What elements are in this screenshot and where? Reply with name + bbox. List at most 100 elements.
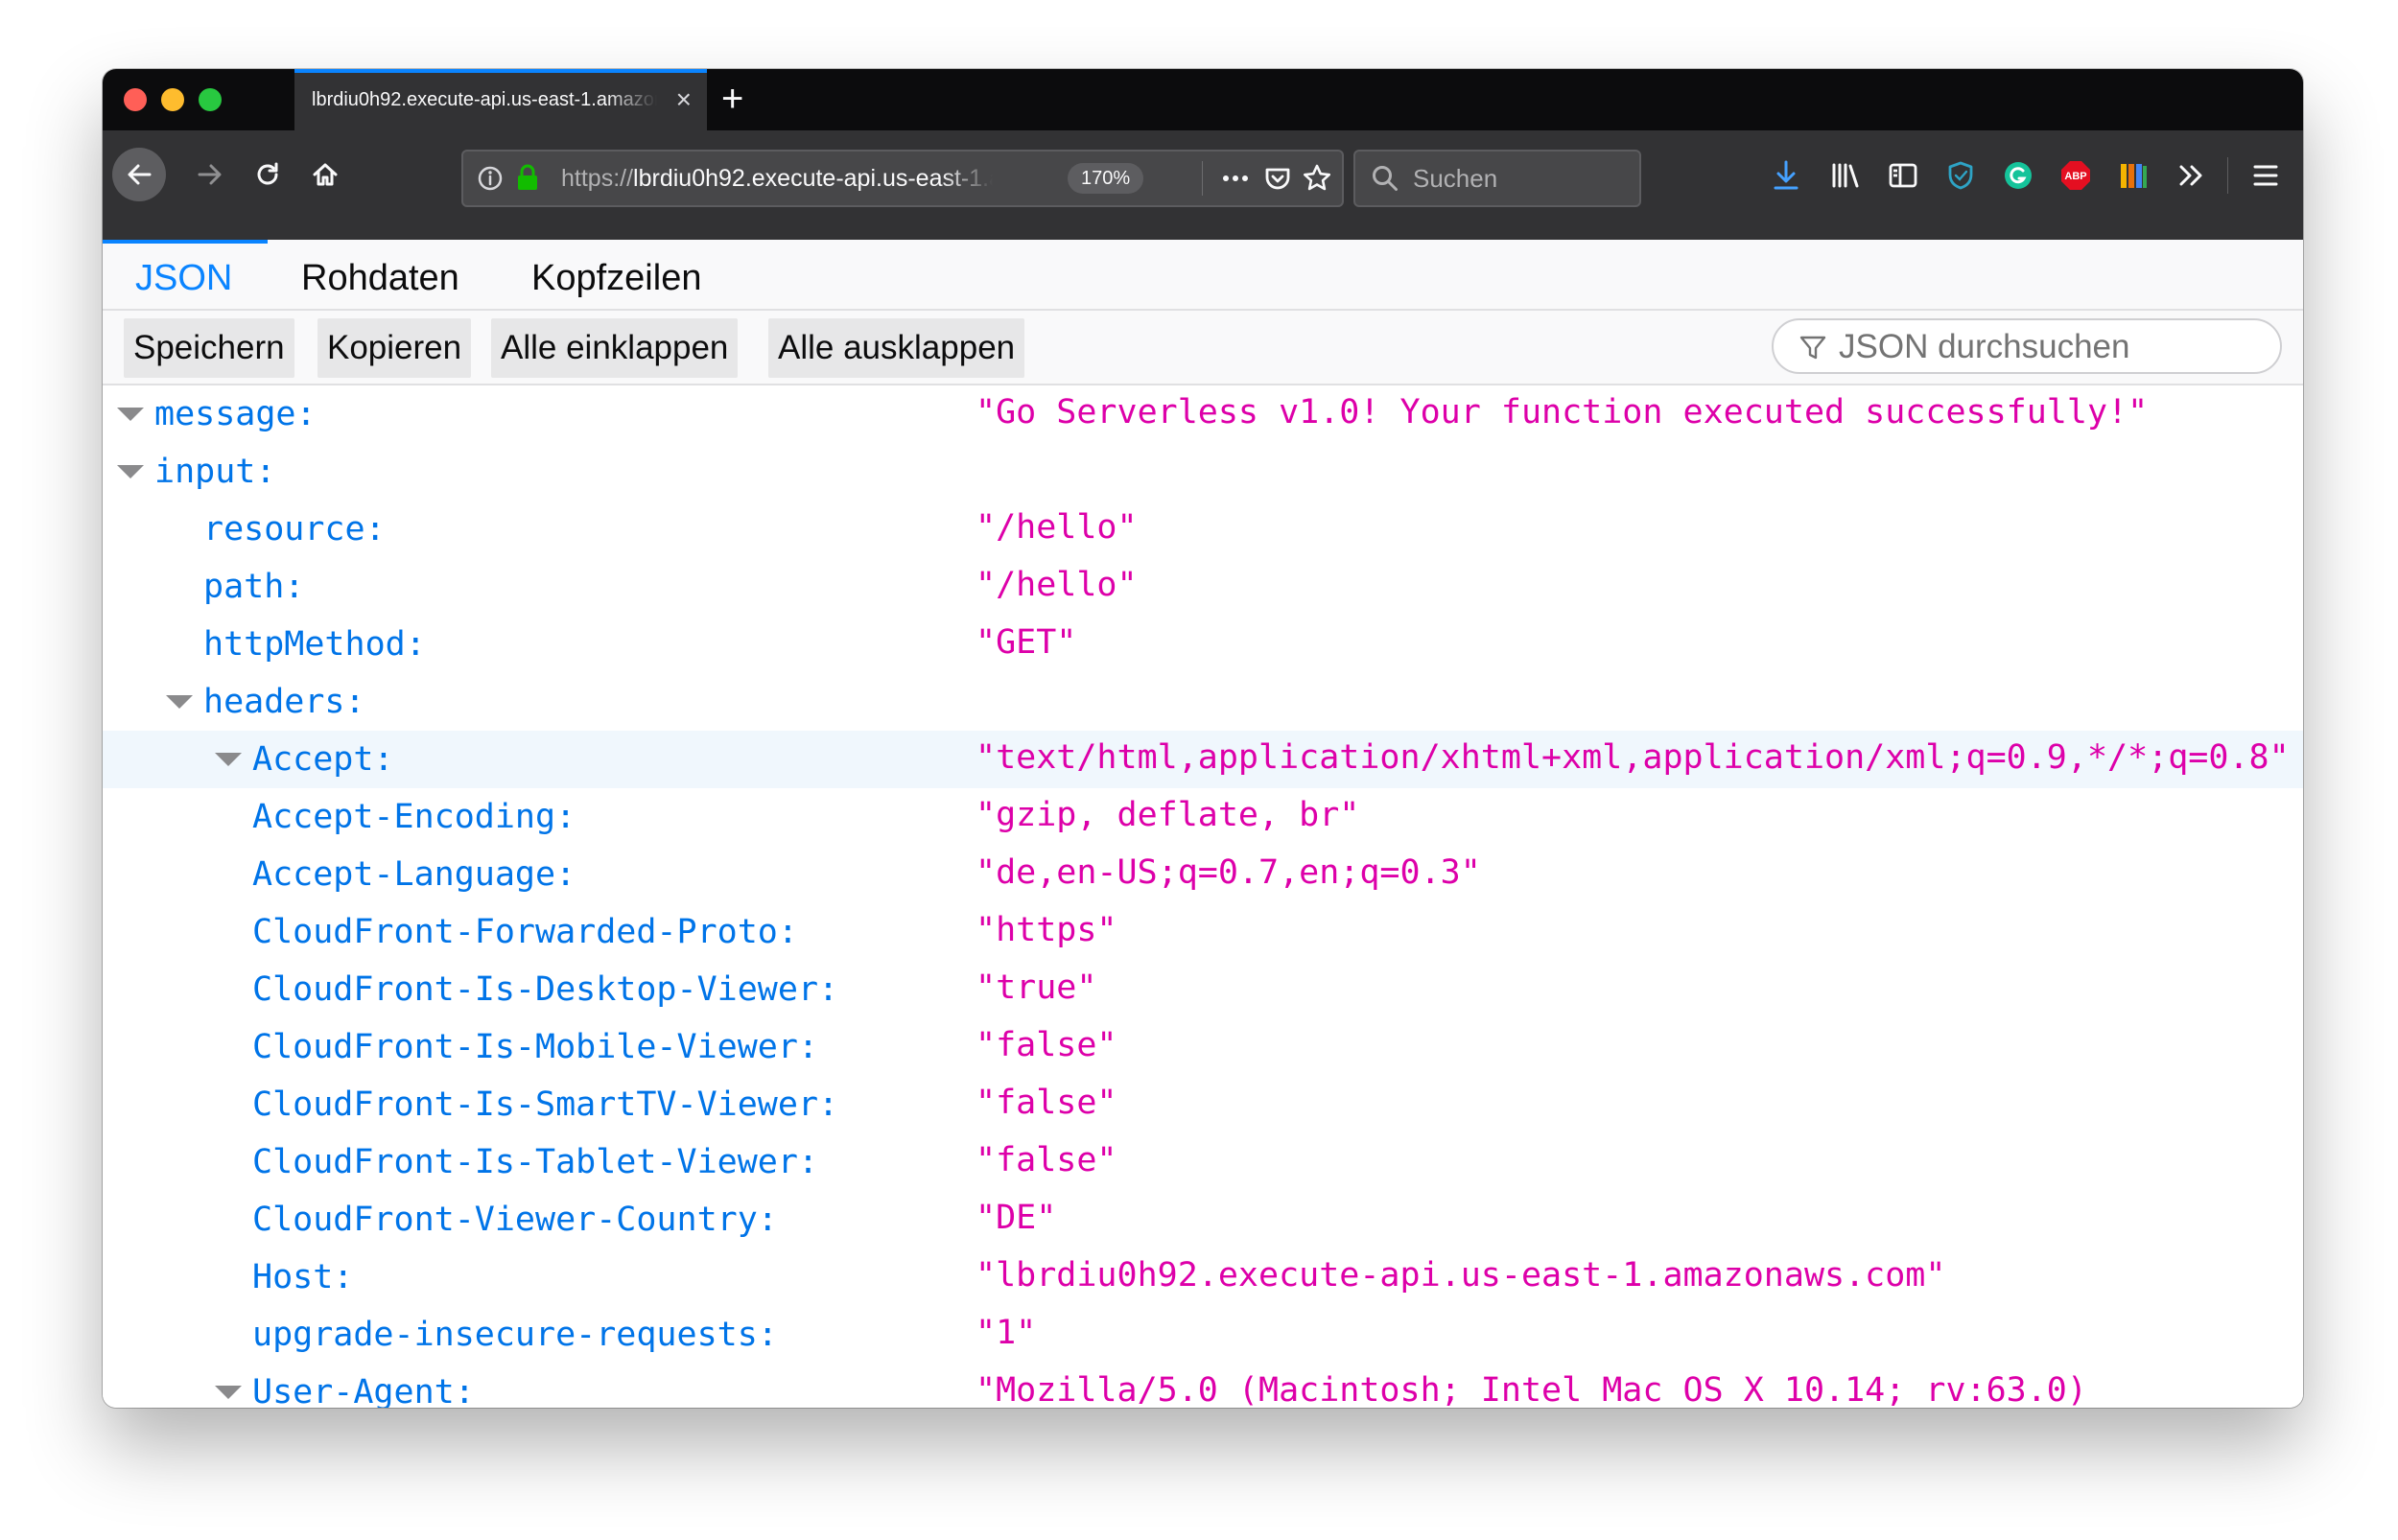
search-icon [1373, 166, 1398, 191]
expand-toggle-icon[interactable] [117, 465, 144, 478]
sidebar-button[interactable] [1879, 152, 1927, 199]
tab-json[interactable]: JSON [135, 240, 232, 309]
expand-toggle-icon[interactable] [166, 695, 193, 709]
new-tab-button[interactable]: + [721, 69, 743, 130]
books-icon [2121, 164, 2147, 188]
json-value: "de,en-US;q=0.7,en;q=0.3" [976, 853, 1481, 892]
json-key: upgrade-insecure-requests: [252, 1316, 778, 1354]
json-filter-input[interactable]: JSON durchsuchen [1772, 318, 2282, 374]
json-value: "true" [976, 968, 1097, 1007]
forward-button[interactable] [183, 148, 237, 201]
json-toolbar: Speichern Kopieren Alle einklappen Alle … [103, 311, 2303, 385]
tab-headers[interactable]: Kopfzeilen [531, 240, 701, 309]
json-row-resource[interactable]: resource: "/hello" [103, 501, 2303, 558]
overflow-menu-button[interactable] [2167, 152, 2215, 199]
json-key: CloudFront-Viewer-Country: [252, 1201, 778, 1239]
json-row-user-agent[interactable]: User-Agent: "Mozilla/5.0 (Macintosh; Int… [103, 1364, 2303, 1408]
search-placeholder: Suchen [1413, 164, 1498, 193]
json-row-cloudfront-is-mobile-viewer[interactable]: CloudFront-Is-Mobile-Viewer: "false" [103, 1018, 2303, 1076]
lock-icon[interactable] [515, 163, 540, 192]
browser-window: lbrdiu0h92.execute-api.us-east-1.amazona… [103, 69, 2303, 1408]
bookmark-star-icon[interactable] [1302, 163, 1332, 194]
forward-arrow-icon [198, 164, 222, 185]
json-key: Accept-Language: [252, 855, 576, 894]
library-icon [1832, 163, 1859, 188]
expand-toggle-icon[interactable] [117, 408, 144, 421]
json-row-cloudfront-is-smarttv-viewer[interactable]: CloudFront-Is-SmartTV-Viewer: "false" [103, 1076, 2303, 1133]
tab-close-icon[interactable]: × [676, 69, 692, 130]
main-menu-button[interactable] [2242, 152, 2290, 199]
json-row-headers[interactable]: headers: [103, 673, 2303, 731]
json-row-input[interactable]: input: [103, 443, 2303, 501]
json-row-upgrade-insecure-requests[interactable]: upgrade-insecure-requests: "1" [103, 1306, 2303, 1364]
home-icon [313, 163, 338, 186]
json-tree: message: "Go Serverless v1.0! Your funct… [103, 385, 2303, 1408]
zoom-window-button[interactable] [199, 88, 222, 111]
json-key: Host: [252, 1258, 354, 1296]
adblock-plus-button[interactable]: ABP [2052, 152, 2100, 199]
save-button[interactable]: Speichern [124, 318, 294, 378]
json-row-cloudfront-forwarded-proto[interactable]: CloudFront-Forwarded-Proto: "https" [103, 903, 2303, 961]
page-actions-icon[interactable] [1219, 165, 1252, 192]
back-button[interactable] [112, 148, 166, 201]
privacy-extension-button[interactable] [1937, 152, 1985, 199]
sidebar-icon [1889, 163, 1917, 188]
json-row-cloudfront-viewer-country[interactable]: CloudFront-Viewer-Country: "DE" [103, 1191, 2303, 1248]
json-key: resource: [203, 510, 386, 548]
json-value: "false" [976, 1084, 1117, 1122]
url-bar[interactable]: https://lbrdiu0h92.execute-api.us-east-1… [461, 150, 1344, 207]
json-key: input: [154, 453, 276, 491]
json-value: "DE" [976, 1199, 1057, 1237]
json-key: path: [203, 568, 305, 606]
expand-all-button[interactable]: Alle ausklappen [768, 318, 1025, 378]
pocket-icon[interactable] [1263, 164, 1292, 193]
expand-toggle-icon[interactable] [215, 753, 242, 766]
url-path: .execute-api.us-east-1.amazonaws.com/dev… [744, 165, 993, 192]
json-row-accept-language[interactable]: Accept-Language: "de,en-US;q=0.7,en;q=0.… [103, 846, 2303, 903]
json-row-cloudfront-is-tablet-viewer[interactable]: CloudFront-Is-Tablet-Viewer: "false" [103, 1133, 2303, 1191]
json-row-message[interactable]: message: "Go Serverless v1.0! Your funct… [103, 385, 2303, 443]
back-arrow-icon [128, 164, 152, 185]
zoom-level-badge[interactable]: 170% [1068, 163, 1144, 194]
copy-button[interactable]: Kopieren [317, 318, 472, 378]
json-value: "GET" [976, 623, 1077, 662]
json-key: headers: [203, 683, 365, 721]
collapse-all-button[interactable]: Alle einklappen [491, 318, 739, 378]
library-button[interactable] [1822, 152, 1869, 199]
json-row-host[interactable]: Host: "lbrdiu0h92.execute-api.us-east-1.… [103, 1248, 2303, 1306]
json-row-httpmethod[interactable]: httpMethod: "GET" [103, 616, 2303, 673]
json-key: Accept-Encoding: [252, 798, 576, 836]
url-scheme: https:// [561, 165, 634, 192]
json-row-cloudfront-is-desktop-viewer[interactable]: CloudFront-Is-Desktop-Viewer: "true" [103, 961, 2303, 1018]
json-row-accept-encoding[interactable]: Accept-Encoding: "gzip, deflate, br" [103, 788, 2303, 846]
adblock-plus-icon: ABP [2061, 161, 2090, 190]
reload-button[interactable] [241, 148, 294, 201]
browser-tab[interactable]: lbrdiu0h92.execute-api.us-east-1.amazona… [294, 69, 707, 130]
json-key: CloudFront-Is-Desktop-Viewer: [252, 970, 839, 1009]
close-window-button[interactable] [124, 88, 147, 111]
json-row-accept[interactable]: Accept: "text/html,application/xhtml+xml… [103, 731, 2303, 788]
minimize-window-button[interactable] [161, 88, 184, 111]
info-icon[interactable] [477, 165, 504, 192]
home-button[interactable] [298, 148, 352, 201]
search-bar[interactable]: Suchen [1353, 150, 1641, 207]
books-extension-button[interactable] [2109, 152, 2157, 199]
json-value: "https" [976, 911, 1117, 949]
grammarly-icon [2005, 162, 2032, 189]
json-value: "/hello" [976, 508, 1138, 547]
json-key: CloudFront-Is-Tablet-Viewer: [252, 1143, 819, 1181]
json-key: Accept: [252, 740, 394, 779]
json-value: "text/html,application/xhtml+xml,applica… [976, 738, 2290, 777]
expand-toggle-icon[interactable] [215, 1386, 242, 1399]
url-host: lbrdiu0h92 [633, 165, 745, 192]
json-row-path[interactable]: path: "/hello" [103, 558, 2303, 616]
json-value: "lbrdiu0h92.execute-api.us-east-1.amazon… [976, 1256, 1946, 1295]
downloads-button[interactable] [1762, 152, 1810, 199]
grammarly-extension-button[interactable] [1994, 152, 2042, 199]
tab-title: lbrdiu0h92.execute-api.us-east-1.amazona… [312, 89, 657, 110]
url-text[interactable]: https://lbrdiu0h92.execute-api.us-east-1… [561, 152, 993, 205]
json-value: "false" [976, 1141, 1117, 1179]
tab-raw-data[interactable]: Rohdaten [301, 240, 459, 309]
json-value: "false" [976, 1026, 1117, 1064]
json-value: "Mozilla/5.0 (Macintosh; Intel Mac OS X … [976, 1371, 2087, 1408]
